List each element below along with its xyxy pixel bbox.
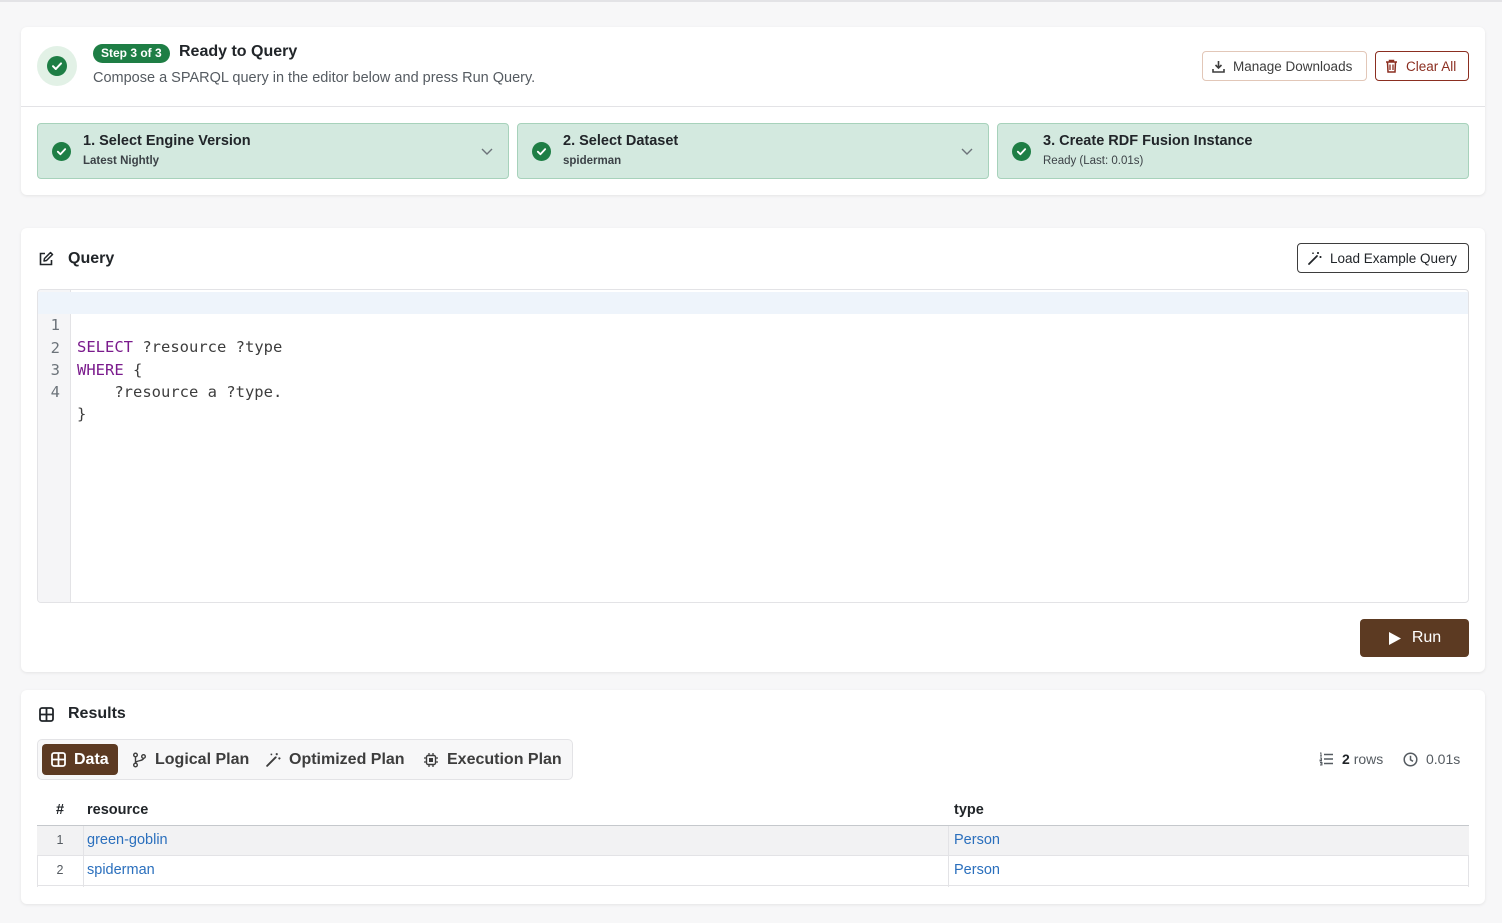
top-divider [0,0,1502,2]
check-icon [52,142,71,161]
check-icon [532,142,551,161]
code-text: } [77,405,87,423]
git-branch-icon [133,752,146,767]
code-text: ?resource a ?type. [77,383,283,401]
query-title: Query [68,250,115,267]
step-dataset[interactable]: 2. Select Dataset spiderman [517,123,989,179]
row-index: 1 [56,833,64,847]
row-count: 2 rows [1319,751,1383,767]
step-create-instance: 3. Create RDF Fusion Instance Ready (Las… [997,123,1469,179]
type-link[interactable]: Person [954,862,1000,878]
results-title: Results [68,705,126,722]
clock-icon [1403,751,1418,767]
step-title: 3. Create RDF Fusion Instance [1043,133,1253,149]
column-header-type[interactable]: type [954,802,984,818]
line-number: 4 [50,383,60,401]
code-line: 1 SELECT ?resource ?type [38,292,1468,356]
rows-label: rows [1353,751,1384,767]
edit-icon [39,251,54,266]
list-ol-icon [1319,752,1333,766]
table-icon [51,752,66,767]
ready-check-icon [37,46,77,86]
table-icon [39,707,54,722]
table-row: 1 green-goblin Person [37,826,1469,856]
load-example-query-button[interactable]: Load Example Query [1297,243,1469,273]
table-header: # resource type [37,796,1469,826]
manage-downloads-button[interactable]: Manage Downloads [1202,51,1367,81]
code-line: 3 ?resource a ?type. [38,337,1468,401]
results-card: Results Data Logical Plan Optimized Plan… [21,690,1485,904]
play-icon [1388,631,1401,645]
status-card: Step 3 of 3 Ready to Query Compose a SPA… [21,27,1485,195]
column-header-resource[interactable]: resource [87,802,148,818]
step-badge: Step 3 of 3 [93,44,170,63]
manage-downloads-label: Manage Downloads [1233,58,1353,74]
step-subtitle: Ready (Last: 0.01s) [1043,155,1144,167]
tab-label: Logical Plan [155,750,250,768]
load-example-label: Load Example Query [1330,250,1457,266]
column-divider [83,826,84,887]
download-icon [1212,60,1225,73]
status-header: Step 3 of 3 Ready to Query Compose a SPA… [21,27,1485,107]
clear-all-button[interactable]: Clear All [1375,51,1469,81]
column-header-index: # [55,802,65,818]
duration-value: 0.01s [1426,751,1461,767]
code-line: 2 WHERE { [38,315,1468,379]
query-duration: 0.01s [1403,751,1460,767]
results-table: # resource type 1 green-goblin Person 2 … [37,796,1469,887]
run-button[interactable]: Run [1360,619,1469,657]
chevron-down-icon [961,148,973,155]
run-label: Run [1411,629,1442,646]
step-title: 1. Select Engine Version [83,133,251,149]
step-subtitle: spiderman [563,155,622,167]
tab-execution-plan[interactable]: Execution Plan [414,744,571,775]
step-subtitle: Latest Nightly [83,155,160,167]
step-engine-version[interactable]: 1. Select Engine Version Latest Nightly [37,123,509,179]
table-row: 2 spiderman Person [37,856,1469,886]
resource-link[interactable]: green-goblin [87,832,168,848]
clear-all-label: Clear All [1406,58,1457,74]
code-line: 4 } [38,359,1468,423]
type-link[interactable]: Person [954,832,1000,848]
row-count-value: 2 [1342,751,1350,767]
trash-icon [1386,59,1397,73]
check-icon [1012,142,1031,161]
magic-wand-icon [266,752,281,767]
cpu-icon [424,752,438,767]
step-title: 2. Select Dataset [563,133,679,149]
sparql-editor[interactable]: 1 SELECT ?resource ?type 2 WHERE { 3 ?re… [37,289,1469,603]
results-tabs: Data Logical Plan Optimized Plan Executi… [37,739,573,780]
chevron-down-icon [481,148,493,155]
query-card: Query Load Example Query 1 SELECT ?resou… [21,228,1485,672]
tab-label: Execution Plan [447,750,562,768]
status-subtitle: Compose a SPARQL query in the editor bel… [93,70,536,86]
column-divider [948,826,949,887]
tab-optimized-plan[interactable]: Optimized Plan [256,744,414,775]
tab-logical-plan[interactable]: Logical Plan [123,744,258,775]
tab-data[interactable]: Data [42,744,118,775]
status-title: Ready to Query [179,43,298,60]
magic-wand-icon [1308,251,1322,265]
tab-label: Data [74,750,109,768]
row-index: 2 [56,863,64,877]
tab-label: Optimized Plan [289,750,405,768]
resource-link[interactable]: spiderman [87,862,155,878]
